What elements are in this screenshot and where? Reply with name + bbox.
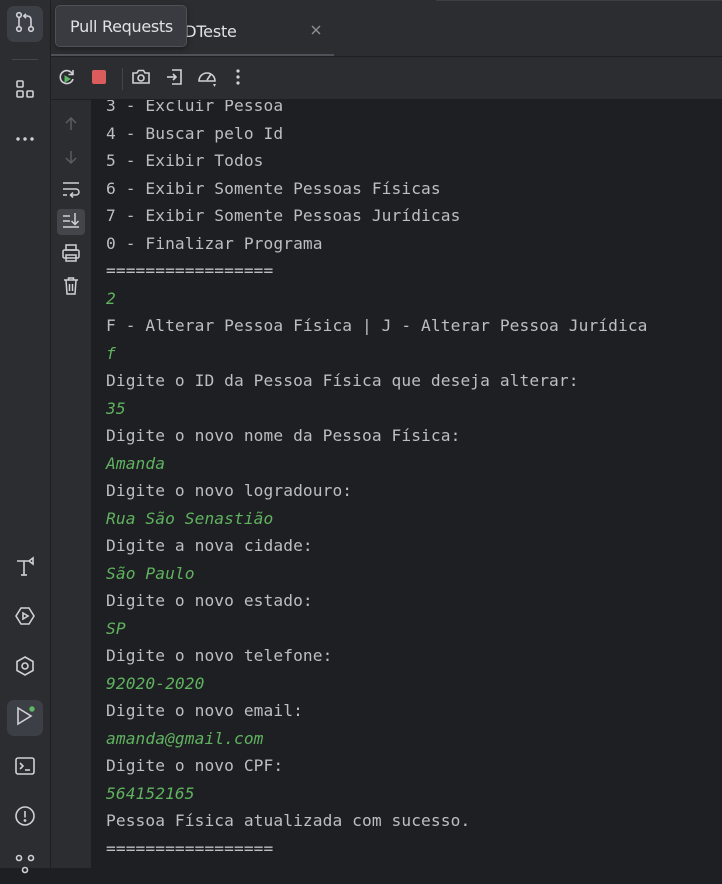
toolbar-separator	[122, 68, 123, 90]
console-output-line: Digite a nova cidade:	[106, 536, 313, 555]
console-output-line: Digite o novo email:	[106, 701, 303, 720]
more-icon	[14, 128, 36, 155]
console-output-line: 4 - Buscar pelo Id	[106, 123, 284, 143]
structure-icon	[14, 78, 36, 105]
activity-separator	[12, 59, 38, 60]
terminal-icon	[14, 755, 36, 782]
restore-layout-button[interactable]	[162, 66, 188, 92]
console-output-line: 7 - Exibir Somente Pessoas Jurídicas	[106, 206, 461, 225]
run-icon	[13, 704, 37, 733]
services-icon	[14, 605, 36, 632]
more-options-icon	[228, 67, 248, 92]
console-output-line: Digite o ID da Pessoa Física que deseja …	[106, 371, 579, 390]
plugins-button[interactable]	[7, 650, 43, 686]
console-input-line: 92020-2020	[106, 673, 205, 693]
console-input-line: Rua São Senastião	[106, 508, 274, 528]
pull-requests-tooltip: Pull Requests	[55, 5, 187, 47]
pull-requests-button[interactable]	[7, 6, 43, 42]
build-button[interactable]	[7, 550, 43, 586]
soft-wrap-button[interactable]	[57, 178, 85, 204]
version-control-button[interactable]	[7, 848, 43, 884]
stop-button[interactable]	[86, 66, 112, 92]
console-side-toolbar	[51, 100, 91, 868]
screenshot-button[interactable]	[128, 66, 154, 92]
console-input-line: Amanda	[106, 453, 166, 473]
console-output-line: Digite o novo CPF:	[106, 756, 284, 775]
print-button[interactable]	[57, 242, 85, 268]
console-input-line: 35	[106, 398, 126, 418]
problems-icon	[14, 805, 36, 832]
console-output-line: =================	[106, 261, 274, 280]
run-tool-button[interactable]	[7, 700, 43, 736]
console-input-line: 2	[106, 288, 116, 308]
console-output-line: Digite o novo estado:	[106, 591, 313, 610]
console-input-line: SP	[106, 618, 126, 638]
console-output-line: 6 - Exibir Somente Pessoas Físicas	[106, 178, 441, 198]
scroll-down-button[interactable]	[57, 146, 85, 172]
problems-button[interactable]	[7, 800, 43, 836]
tooltip-text: Pull Requests	[70, 17, 173, 36]
scroll-up-button[interactable]	[57, 113, 85, 139]
close-icon[interactable]	[309, 23, 323, 37]
more-tools-button[interactable]	[7, 123, 43, 159]
restore-layout-icon	[165, 67, 185, 92]
scroll-to-end-button[interactable]	[57, 209, 85, 235]
profiler-button[interactable]	[194, 66, 220, 92]
structure-button[interactable]	[7, 73, 43, 109]
activity-bar	[0, 0, 51, 873]
console-input-line: São Paulo	[106, 563, 195, 583]
run-toolbar	[51, 57, 722, 100]
console-output-line: =================	[106, 838, 274, 858]
clear-all-button[interactable]	[57, 275, 85, 301]
console-output-line: 5 - Exibir Todos	[106, 151, 264, 170]
pull-requests-icon	[14, 11, 36, 38]
scroll-to-end-icon	[61, 211, 81, 234]
more-options-button[interactable]	[225, 66, 251, 92]
console-output-line: Digite o novo logradouro:	[106, 481, 353, 500]
console-input-line: f	[106, 343, 116, 363]
scroll-up-icon	[63, 116, 79, 137]
console-input-line: 564152165	[106, 783, 195, 803]
profiler-icon	[196, 66, 218, 93]
console-output[interactable]: 3 - Excluir Pessoa 4 - Buscar pelo Id 5 - …	[91, 100, 722, 868]
terminal-button[interactable]	[7, 750, 43, 786]
screenshot-icon	[131, 67, 151, 92]
console-output-line: 0 - Finalizar Programa	[106, 233, 323, 253]
services-button[interactable]	[7, 600, 43, 636]
build-icon	[14, 555, 36, 582]
active-tab-indicator	[51, 54, 334, 56]
print-icon	[61, 243, 81, 268]
tab-bar-edge	[436, 0, 722, 1]
version-control-icon	[14, 853, 36, 880]
console-output-line: Pessoa Física atualizada com sucesso.	[106, 811, 471, 830]
clear-all-icon	[62, 276, 80, 301]
rerun-icon	[57, 67, 77, 92]
console-input-line: amanda@gmail.com	[106, 728, 264, 748]
console-output-line: Digite o novo telefone:	[106, 646, 333, 665]
stop-icon	[90, 68, 108, 91]
rerun-button[interactable]	[54, 66, 80, 92]
plugins-icon	[14, 655, 36, 682]
soft-wrap-icon	[61, 180, 81, 203]
console-output-line: 3 - Excluir Pessoa	[106, 100, 284, 115]
console-output-line: Digite o novo nome da Pessoa Física:	[106, 426, 461, 445]
scroll-down-icon	[63, 149, 79, 170]
console-output-line: F - Alterar Pessoa Física | J - Alterar …	[106, 316, 648, 335]
